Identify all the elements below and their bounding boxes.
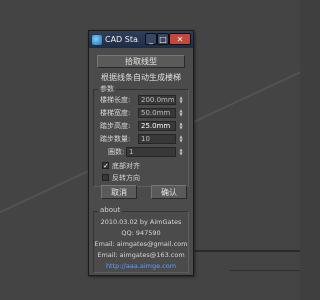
param-label: 踏步数量: [100,135,131,143]
bottom-align-label: 底部对齐 [112,162,140,170]
step-count-input[interactable]: 10 [138,134,176,144]
spinner-arrows-icon[interactable]: ▲ ▼ [178,108,184,118]
pick-line-button[interactable]: 拾取线型 [97,55,185,68]
app-icon [92,34,102,45]
spinner-arrows-icon[interactable]: ▲ ▼ [178,121,184,131]
reverse-direction-label: 反转方向 [112,174,140,182]
about-email-163: Email: aimgates@163.com [97,251,185,259]
title-bar[interactable]: CAD Sta... _ □ ✕ [89,31,193,48]
stair-length-input[interactable]: 200.0mm [138,95,176,105]
params-group: 参数 楼梯长度: 200.0mm ▲ ▼ 楼梯宽度: 50.0mm ▲ ▼ 踏步高度… [93,84,189,187]
about-website-link[interactable]: http://aaa.aimge.com [94,262,188,270]
about-group-title: about [98,206,123,214]
viewport-axis-line [195,250,300,252]
spinner-arrows-icon[interactable]: ▲ ▼ [178,95,184,105]
param-row: 圈数: [108,147,124,157]
param-label: 楼梯长度: [100,96,131,104]
bottom-align-checkbox[interactable]: ✓ [102,162,109,170]
spinner-arrows-icon[interactable]: ▲ ▼ [178,134,184,144]
turns-label: 圈数: [108,148,125,156]
about-date-author: 2010.03.02 by AimGates [100,218,182,226]
param-row: 楼梯长度: [100,95,130,105]
param-row: 踏步数量: [100,134,130,144]
about-qq: QQ: 947590 [121,229,161,237]
reverse-direction-checkbox[interactable] [102,174,109,181]
subtitle-text: 根据线条自动生成楼梯 [101,73,181,82]
params-group-title: 参数 [98,84,116,94]
turns-input[interactable]: 1 [126,147,176,157]
about-email-gmail: Email: aimgates@gmail.com [94,240,188,248]
about-group: about 2010.03.02 by AimGates QQ: 947590 … [93,206,189,273]
window-title: CAD Sta... [105,35,139,44]
minimize-button[interactable]: _ [145,33,157,45]
spinner-arrows-icon[interactable]: ▲ ▼ [178,147,184,157]
ok-button[interactable]: 确认 [151,185,187,199]
param-label: 踏步高度: [100,122,131,130]
param-row: 楼梯宽度: [100,108,130,118]
maximize-button[interactable]: □ [157,33,169,45]
step-height-input[interactable]: 25.0mm [138,121,176,131]
viewport-axis-line [230,270,300,271]
cad-stairs-window: CAD Sta... _ □ ✕ 拾取线型 根据线条自动生成楼梯 参数 楼梯长度… [88,30,194,276]
param-row: 踏步高度: [100,121,130,131]
param-label: 楼梯宽度: [100,109,131,117]
stair-width-input[interactable]: 50.0mm [138,108,176,118]
cancel-button[interactable]: 取消 [101,185,137,199]
close-button[interactable]: ✕ [169,33,191,45]
